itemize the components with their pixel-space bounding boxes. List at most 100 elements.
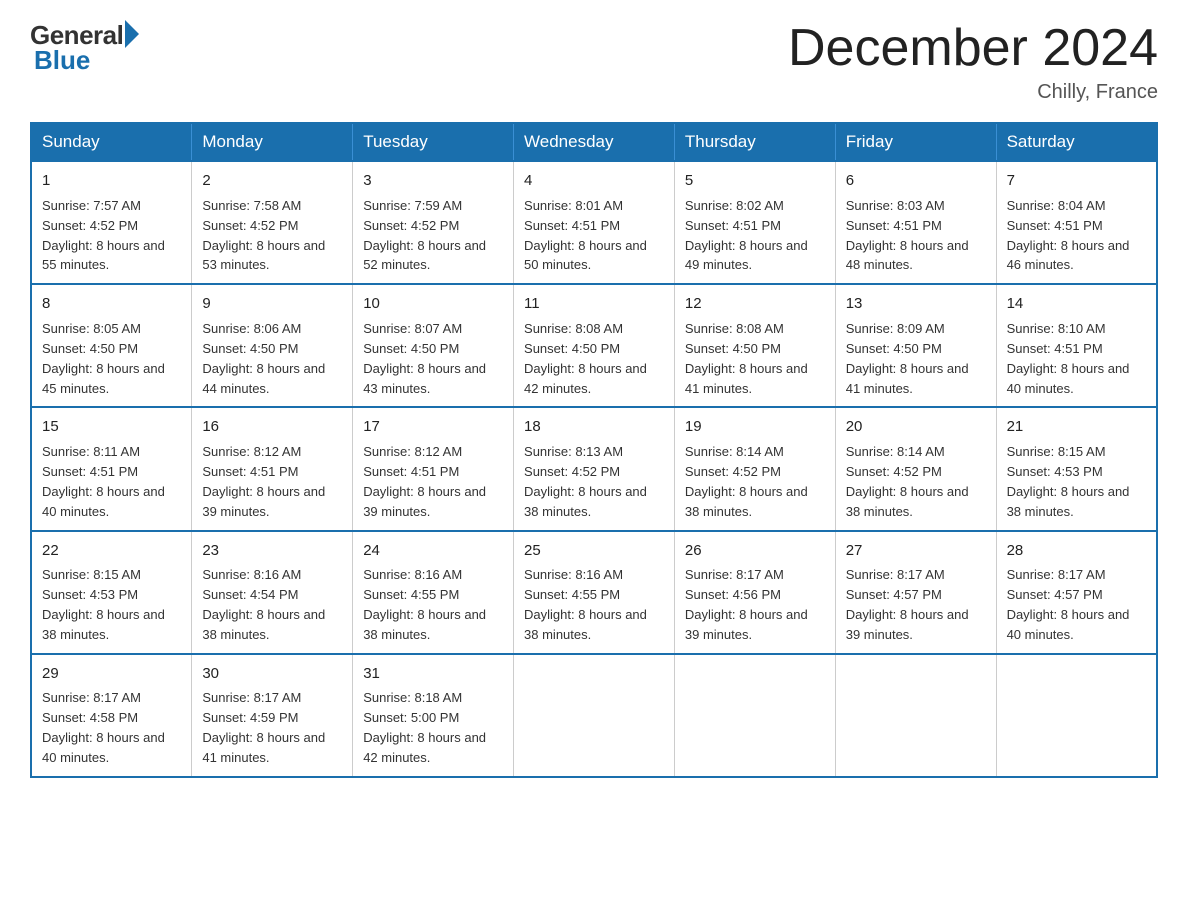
header-sunday: Sunday bbox=[31, 123, 192, 161]
logo-blue-text: Blue bbox=[30, 45, 90, 76]
logo-triangle-icon bbox=[125, 20, 139, 48]
page-header: General Blue December 2024 Chilly, Franc… bbox=[30, 20, 1158, 104]
header-wednesday: Wednesday bbox=[514, 123, 675, 161]
day-number: 20 bbox=[846, 416, 986, 438]
calendar-cell: 16 Sunrise: 8:12 AMSunset: 4:51 PMDaylig… bbox=[192, 407, 353, 530]
calendar-cell: 7 Sunrise: 8:04 AMSunset: 4:51 PMDayligh… bbox=[996, 161, 1157, 284]
week-row-2: 8 Sunrise: 8:05 AMSunset: 4:50 PMDayligh… bbox=[31, 284, 1157, 407]
calendar-cell: 9 Sunrise: 8:06 AMSunset: 4:50 PMDayligh… bbox=[192, 284, 353, 407]
day-number: 28 bbox=[1007, 540, 1146, 562]
day-info: Sunrise: 8:17 AMSunset: 4:56 PMDaylight:… bbox=[685, 567, 808, 642]
header-friday: Friday bbox=[835, 123, 996, 161]
calendar-cell: 1 Sunrise: 7:57 AMSunset: 4:52 PMDayligh… bbox=[31, 161, 192, 284]
day-number: 13 bbox=[846, 293, 986, 315]
day-number: 27 bbox=[846, 540, 986, 562]
header-thursday: Thursday bbox=[674, 123, 835, 161]
day-info: Sunrise: 8:18 AMSunset: 5:00 PMDaylight:… bbox=[363, 690, 486, 765]
day-info: Sunrise: 8:16 AMSunset: 4:55 PMDaylight:… bbox=[524, 567, 647, 642]
day-info: Sunrise: 8:07 AMSunset: 4:50 PMDaylight:… bbox=[363, 321, 486, 396]
calendar-cell: 21 Sunrise: 8:15 AMSunset: 4:53 PMDaylig… bbox=[996, 407, 1157, 530]
calendar-cell: 20 Sunrise: 8:14 AMSunset: 4:52 PMDaylig… bbox=[835, 407, 996, 530]
calendar-cell: 22 Sunrise: 8:15 AMSunset: 4:53 PMDaylig… bbox=[31, 531, 192, 654]
day-info: Sunrise: 8:15 AMSunset: 4:53 PMDaylight:… bbox=[42, 567, 165, 642]
calendar-cell: 13 Sunrise: 8:09 AMSunset: 4:50 PMDaylig… bbox=[835, 284, 996, 407]
header-saturday: Saturday bbox=[996, 123, 1157, 161]
calendar-cell bbox=[996, 654, 1157, 777]
day-number: 14 bbox=[1007, 293, 1146, 315]
day-info: Sunrise: 8:01 AMSunset: 4:51 PMDaylight:… bbox=[524, 198, 647, 273]
location-subtitle: Chilly, France bbox=[788, 81, 1158, 104]
day-info: Sunrise: 8:16 AMSunset: 4:55 PMDaylight:… bbox=[363, 567, 486, 642]
day-info: Sunrise: 8:06 AMSunset: 4:50 PMDaylight:… bbox=[202, 321, 325, 396]
day-info: Sunrise: 8:08 AMSunset: 4:50 PMDaylight:… bbox=[524, 321, 647, 396]
calendar-cell: 27 Sunrise: 8:17 AMSunset: 4:57 PMDaylig… bbox=[835, 531, 996, 654]
calendar-cell bbox=[835, 654, 996, 777]
calendar-cell bbox=[674, 654, 835, 777]
calendar-cell: 15 Sunrise: 8:11 AMSunset: 4:51 PMDaylig… bbox=[31, 407, 192, 530]
day-number: 1 bbox=[42, 170, 181, 192]
day-info: Sunrise: 7:59 AMSunset: 4:52 PMDaylight:… bbox=[363, 198, 486, 273]
day-number: 11 bbox=[524, 293, 664, 315]
day-number: 21 bbox=[1007, 416, 1146, 438]
day-number: 24 bbox=[363, 540, 503, 562]
day-number: 3 bbox=[363, 170, 503, 192]
day-info: Sunrise: 8:17 AMSunset: 4:58 PMDaylight:… bbox=[42, 690, 165, 765]
calendar-cell: 17 Sunrise: 8:12 AMSunset: 4:51 PMDaylig… bbox=[353, 407, 514, 530]
calendar-table: SundayMondayTuesdayWednesdayThursdayFrid… bbox=[30, 122, 1158, 778]
day-info: Sunrise: 8:13 AMSunset: 4:52 PMDaylight:… bbox=[524, 444, 647, 519]
calendar-cell: 24 Sunrise: 8:16 AMSunset: 4:55 PMDaylig… bbox=[353, 531, 514, 654]
day-number: 22 bbox=[42, 540, 181, 562]
day-info: Sunrise: 8:12 AMSunset: 4:51 PMDaylight:… bbox=[202, 444, 325, 519]
day-number: 12 bbox=[685, 293, 825, 315]
calendar-cell bbox=[514, 654, 675, 777]
day-info: Sunrise: 8:08 AMSunset: 4:50 PMDaylight:… bbox=[685, 321, 808, 396]
day-info: Sunrise: 8:05 AMSunset: 4:50 PMDaylight:… bbox=[42, 321, 165, 396]
calendar-cell: 4 Sunrise: 8:01 AMSunset: 4:51 PMDayligh… bbox=[514, 161, 675, 284]
calendar-cell: 30 Sunrise: 8:17 AMSunset: 4:59 PMDaylig… bbox=[192, 654, 353, 777]
day-number: 16 bbox=[202, 416, 342, 438]
day-number: 17 bbox=[363, 416, 503, 438]
day-info: Sunrise: 8:14 AMSunset: 4:52 PMDaylight:… bbox=[846, 444, 969, 519]
title-section: December 2024 Chilly, France bbox=[788, 20, 1158, 104]
day-info: Sunrise: 8:15 AMSunset: 4:53 PMDaylight:… bbox=[1007, 444, 1130, 519]
day-info: Sunrise: 8:11 AMSunset: 4:51 PMDaylight:… bbox=[42, 444, 165, 519]
calendar-cell: 12 Sunrise: 8:08 AMSunset: 4:50 PMDaylig… bbox=[674, 284, 835, 407]
day-number: 19 bbox=[685, 416, 825, 438]
calendar-cell: 28 Sunrise: 8:17 AMSunset: 4:57 PMDaylig… bbox=[996, 531, 1157, 654]
day-number: 15 bbox=[42, 416, 181, 438]
day-info: Sunrise: 8:10 AMSunset: 4:51 PMDaylight:… bbox=[1007, 321, 1130, 396]
day-info: Sunrise: 8:09 AMSunset: 4:50 PMDaylight:… bbox=[846, 321, 969, 396]
day-number: 2 bbox=[202, 170, 342, 192]
day-number: 8 bbox=[42, 293, 181, 315]
calendar-cell: 29 Sunrise: 8:17 AMSunset: 4:58 PMDaylig… bbox=[31, 654, 192, 777]
calendar-cell: 23 Sunrise: 8:16 AMSunset: 4:54 PMDaylig… bbox=[192, 531, 353, 654]
header-tuesday: Tuesday bbox=[353, 123, 514, 161]
calendar-cell: 8 Sunrise: 8:05 AMSunset: 4:50 PMDayligh… bbox=[31, 284, 192, 407]
day-info: Sunrise: 8:12 AMSunset: 4:51 PMDaylight:… bbox=[363, 444, 486, 519]
day-number: 10 bbox=[363, 293, 503, 315]
day-info: Sunrise: 8:14 AMSunset: 4:52 PMDaylight:… bbox=[685, 444, 808, 519]
calendar-cell: 19 Sunrise: 8:14 AMSunset: 4:52 PMDaylig… bbox=[674, 407, 835, 530]
calendar-cell: 31 Sunrise: 8:18 AMSunset: 5:00 PMDaylig… bbox=[353, 654, 514, 777]
calendar-cell: 3 Sunrise: 7:59 AMSunset: 4:52 PMDayligh… bbox=[353, 161, 514, 284]
header-monday: Monday bbox=[192, 123, 353, 161]
calendar-cell: 25 Sunrise: 8:16 AMSunset: 4:55 PMDaylig… bbox=[514, 531, 675, 654]
day-number: 18 bbox=[524, 416, 664, 438]
day-number: 30 bbox=[202, 663, 342, 685]
day-number: 4 bbox=[524, 170, 664, 192]
day-info: Sunrise: 8:17 AMSunset: 4:57 PMDaylight:… bbox=[1007, 567, 1130, 642]
calendar-cell: 10 Sunrise: 8:07 AMSunset: 4:50 PMDaylig… bbox=[353, 284, 514, 407]
day-info: Sunrise: 7:57 AMSunset: 4:52 PMDaylight:… bbox=[42, 198, 165, 273]
day-number: 29 bbox=[42, 663, 181, 685]
day-info: Sunrise: 8:03 AMSunset: 4:51 PMDaylight:… bbox=[846, 198, 969, 273]
day-number: 5 bbox=[685, 170, 825, 192]
day-number: 7 bbox=[1007, 170, 1146, 192]
week-row-1: 1 Sunrise: 7:57 AMSunset: 4:52 PMDayligh… bbox=[31, 161, 1157, 284]
day-info: Sunrise: 8:02 AMSunset: 4:51 PMDaylight:… bbox=[685, 198, 808, 273]
day-number: 25 bbox=[524, 540, 664, 562]
week-row-4: 22 Sunrise: 8:15 AMSunset: 4:53 PMDaylig… bbox=[31, 531, 1157, 654]
day-number: 9 bbox=[202, 293, 342, 315]
calendar-cell: 5 Sunrise: 8:02 AMSunset: 4:51 PMDayligh… bbox=[674, 161, 835, 284]
logo: General Blue bbox=[30, 20, 139, 76]
day-number: 31 bbox=[363, 663, 503, 685]
